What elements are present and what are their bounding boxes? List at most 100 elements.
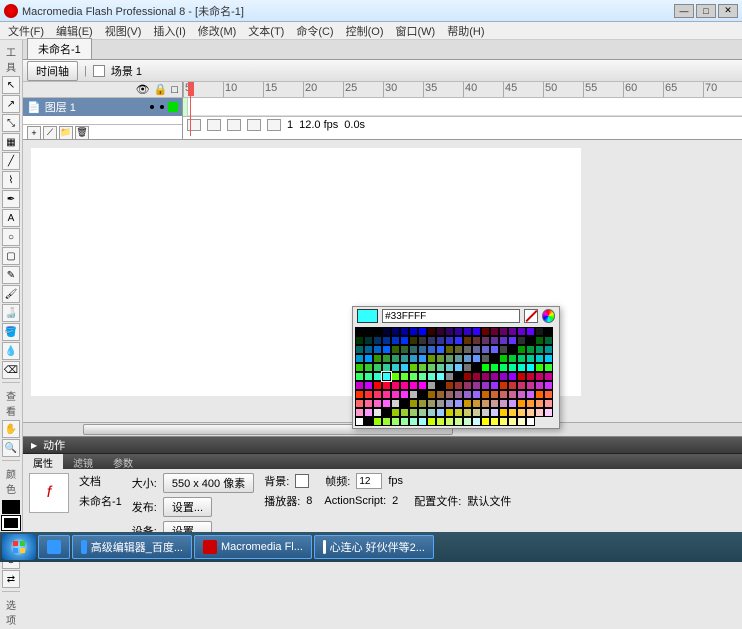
color-swatch-cell[interactable] bbox=[508, 390, 517, 399]
color-swatch-cell[interactable] bbox=[418, 381, 427, 390]
color-swatch-cell[interactable] bbox=[418, 327, 427, 336]
color-swatch-cell[interactable] bbox=[427, 399, 436, 408]
color-swatch-cell[interactable] bbox=[445, 336, 454, 345]
color-swatch-cell[interactable] bbox=[373, 327, 382, 336]
color-swatch-cell[interactable] bbox=[391, 345, 400, 354]
start-button[interactable] bbox=[2, 534, 36, 560]
color-swatch-cell[interactable] bbox=[535, 327, 544, 336]
color-swatch-cell[interactable] bbox=[535, 372, 544, 381]
color-swatch-cell[interactable] bbox=[517, 336, 526, 345]
color-swatch-cell[interactable] bbox=[445, 408, 454, 417]
menu-help[interactable]: 帮助(H) bbox=[441, 23, 490, 39]
color-swatch-cell[interactable] bbox=[355, 336, 364, 345]
color-swatch-cell[interactable] bbox=[400, 327, 409, 336]
eraser-tool[interactable]: ⌫ bbox=[2, 361, 20, 379]
add-folder-button[interactable]: 📁 bbox=[59, 126, 73, 140]
paint-bucket-tool[interactable]: 🪣 bbox=[2, 323, 20, 341]
color-swatch-cell[interactable] bbox=[373, 408, 382, 417]
color-swatch-cell[interactable] bbox=[373, 399, 382, 408]
color-swatch-cell[interactable] bbox=[472, 327, 481, 336]
color-swatch-cell[interactable] bbox=[463, 408, 472, 417]
color-swatch-cell[interactable] bbox=[472, 381, 481, 390]
background-color-swatch[interactable] bbox=[295, 474, 309, 488]
color-swatch-cell[interactable] bbox=[391, 327, 400, 336]
subselection-tool[interactable]: ↗ bbox=[2, 95, 20, 113]
color-swatch-cell[interactable] bbox=[355, 390, 364, 399]
color-swatch-cell[interactable] bbox=[544, 390, 553, 399]
color-swatch-cell[interactable] bbox=[499, 327, 508, 336]
color-swatch-cell[interactable] bbox=[490, 399, 499, 408]
color-swatch-cell[interactable] bbox=[364, 399, 373, 408]
color-swatch-cell[interactable] bbox=[517, 372, 526, 381]
color-swatch-cell[interactable] bbox=[544, 399, 553, 408]
color-swatch-cell[interactable] bbox=[499, 417, 508, 426]
color-swatch-cell[interactable] bbox=[391, 399, 400, 408]
color-swatch-cell[interactable] bbox=[418, 417, 427, 426]
menu-commands[interactable]: 命令(C) bbox=[290, 23, 339, 39]
color-swatch-cell[interactable] bbox=[391, 390, 400, 399]
color-swatch-cell[interactable] bbox=[472, 390, 481, 399]
color-swatch-cell[interactable] bbox=[391, 372, 400, 381]
color-swatch-cell[interactable] bbox=[382, 372, 391, 381]
brush-tool[interactable]: 🖌 bbox=[2, 285, 20, 303]
maximize-button[interactable]: □ bbox=[696, 4, 716, 18]
color-swatch-cell[interactable] bbox=[436, 372, 445, 381]
color-swatch-cell[interactable] bbox=[472, 336, 481, 345]
color-swatch-cell[interactable] bbox=[418, 408, 427, 417]
color-swatch-cell[interactable] bbox=[409, 354, 418, 363]
color-swatch-cell[interactable] bbox=[400, 354, 409, 363]
color-swatch-cell[interactable] bbox=[382, 408, 391, 417]
color-swatch-cell[interactable] bbox=[526, 336, 535, 345]
document-tab[interactable]: 未命名-1 bbox=[27, 38, 92, 59]
onion-skin-button[interactable] bbox=[207, 119, 221, 131]
menu-modify[interactable]: 修改(M) bbox=[192, 23, 243, 39]
color-swatch-cell[interactable] bbox=[427, 381, 436, 390]
color-swatch-cell[interactable] bbox=[472, 345, 481, 354]
color-swatch-cell[interactable] bbox=[418, 372, 427, 381]
text-tool[interactable]: A bbox=[2, 209, 20, 227]
eyedropper-tool[interactable]: 💧 bbox=[2, 342, 20, 360]
fill-color-swatch[interactable] bbox=[2, 516, 20, 530]
color-swatch-cell[interactable] bbox=[499, 354, 508, 363]
color-swatch-cell[interactable] bbox=[391, 381, 400, 390]
color-swatch-cell[interactable] bbox=[355, 354, 364, 363]
color-swatch-cell[interactable] bbox=[382, 381, 391, 390]
menu-edit[interactable]: 编辑(E) bbox=[50, 23, 99, 39]
color-swatch-cell[interactable] bbox=[364, 381, 373, 390]
color-swatch-cell[interactable] bbox=[373, 417, 382, 426]
color-swatch-cell[interactable] bbox=[427, 363, 436, 372]
color-swatch-cell[interactable] bbox=[409, 408, 418, 417]
color-swatch-cell[interactable] bbox=[436, 381, 445, 390]
color-swatch-cell[interactable] bbox=[373, 336, 382, 345]
color-swatch-cell[interactable] bbox=[418, 399, 427, 408]
layer-row[interactable]: 📄 图层 1 bbox=[23, 98, 182, 116]
color-swatch-cell[interactable] bbox=[364, 354, 373, 363]
color-swatch-cell[interactable] bbox=[400, 408, 409, 417]
color-swatch-cell[interactable] bbox=[427, 336, 436, 345]
color-swatch-cell[interactable] bbox=[418, 354, 427, 363]
oval-tool[interactable]: ○ bbox=[2, 228, 20, 246]
color-swatch-cell[interactable] bbox=[436, 327, 445, 336]
color-swatch-cell[interactable] bbox=[535, 354, 544, 363]
color-swatch-cell[interactable] bbox=[463, 345, 472, 354]
color-swatch-cell[interactable] bbox=[355, 327, 364, 336]
color-swatch-cell[interactable] bbox=[535, 336, 544, 345]
color-swatch-cell[interactable] bbox=[445, 381, 454, 390]
color-swatch-cell[interactable] bbox=[409, 372, 418, 381]
color-swatch-cell[interactable] bbox=[481, 354, 490, 363]
color-swatch-cell[interactable] bbox=[382, 417, 391, 426]
swap-colors-button[interactable]: ⇄ bbox=[2, 570, 20, 588]
color-swatch-cell[interactable] bbox=[526, 354, 535, 363]
color-swatch-cell[interactable] bbox=[445, 354, 454, 363]
tab-filters[interactable]: 滤镜 bbox=[63, 454, 103, 469]
color-swatch-cell[interactable] bbox=[499, 363, 508, 372]
color-swatch-cell[interactable] bbox=[427, 417, 436, 426]
color-swatch-cell[interactable] bbox=[544, 354, 553, 363]
color-swatch-cell[interactable] bbox=[490, 417, 499, 426]
scene-label[interactable]: 场景 1 bbox=[111, 63, 142, 79]
color-swatch-cell[interactable] bbox=[382, 354, 391, 363]
color-swatch-cell[interactable] bbox=[535, 381, 544, 390]
color-swatch-cell[interactable] bbox=[544, 381, 553, 390]
taskbar-item-3[interactable]: 心连心 好伙伴等2... bbox=[314, 535, 434, 559]
color-swatch-cell[interactable] bbox=[409, 327, 418, 336]
